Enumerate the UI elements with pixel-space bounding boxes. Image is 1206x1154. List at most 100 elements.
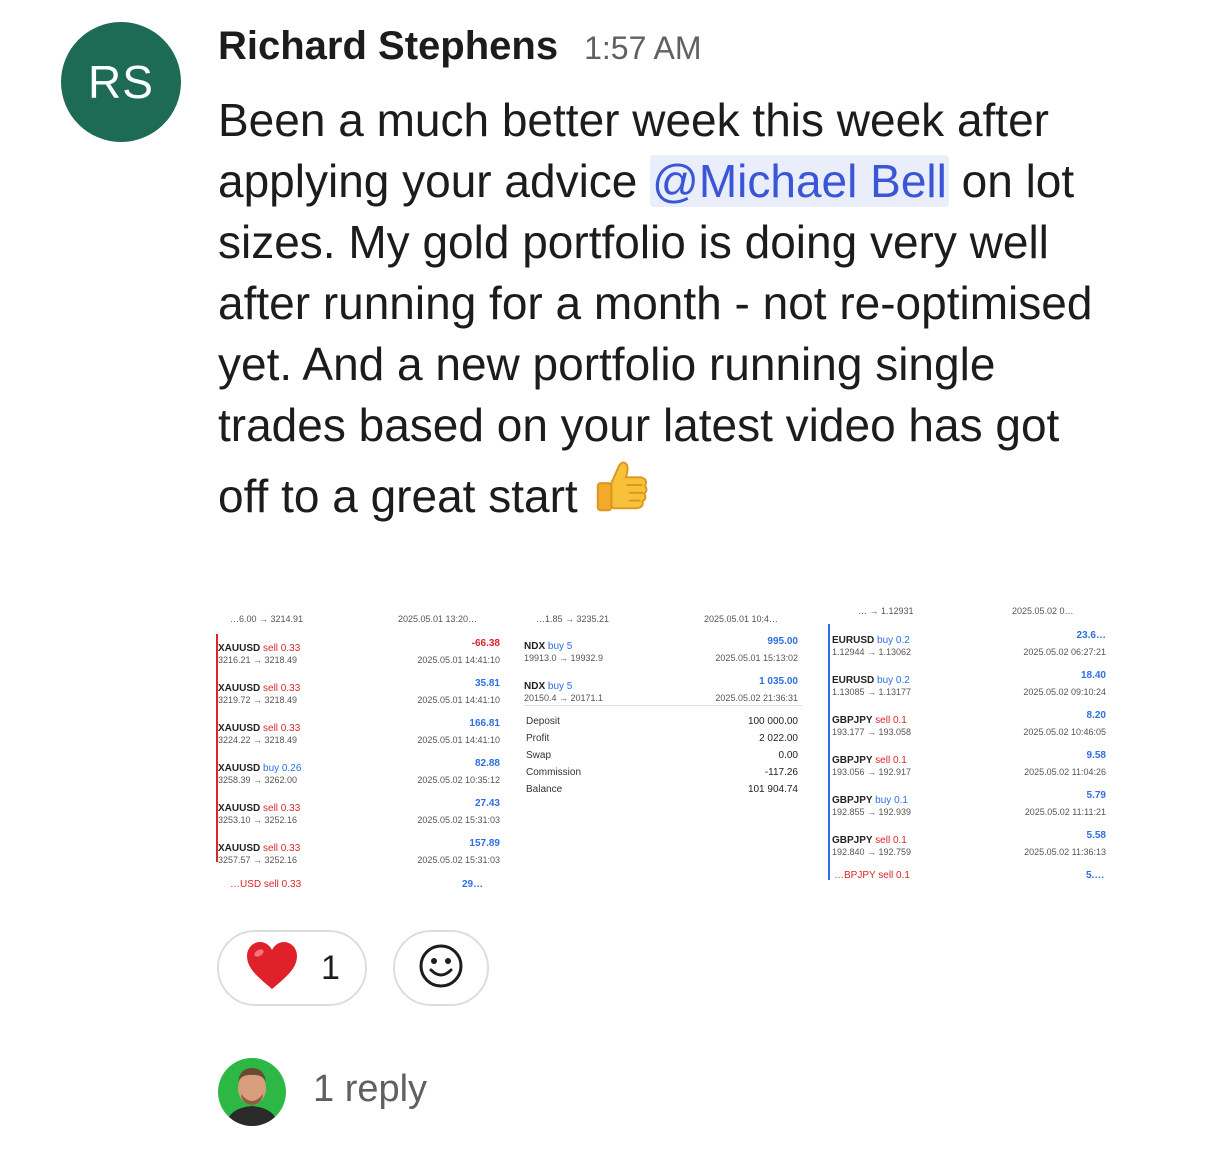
trade-profit: 5.79 xyxy=(1086,790,1106,801)
trade-profit: 166.81 xyxy=(469,718,500,729)
trade-time: 2025.05.02 0… xyxy=(1012,606,1074,616)
trade-side: sell 0.1 xyxy=(875,715,907,726)
trade-profit: 18.40 xyxy=(1080,670,1106,681)
trade-time: 2025.05.01 14:41:10 xyxy=(417,735,500,745)
trade-time: 2025.05.02 11:11:21 xyxy=(1024,807,1106,817)
trade-symbol: GBPJPY sell 0.1 xyxy=(832,750,907,768)
trade-row[interactable]: XAUUSD sell 0.33 3257.57 → 3252.16 157.89 2… xyxy=(216,838,508,872)
trade-prices: 1.13085 → 1.13177 xyxy=(832,687,912,697)
trade-side: sell 0.33 xyxy=(263,643,301,654)
trade-profit: 82.88 xyxy=(474,758,500,769)
trade-side: buy 5 xyxy=(547,681,573,692)
trade-profit: 9.58 xyxy=(1086,750,1106,761)
screenshot-right[interactable]: … → 1.12931 2025.05.02 0… EURUSD buy 0.2… xyxy=(828,606,1116,896)
trade-profit: 23.6… xyxy=(1076,630,1106,641)
message-text-part2: on lot sizes. My gold portfolio is doing… xyxy=(218,155,1093,522)
trade-prices: 20150.4 → 20171.1 xyxy=(524,693,604,703)
trade-time: 2025.05.02 10:46:05 xyxy=(1023,727,1106,737)
trade-symbol: GBPJPY sell 0.1 xyxy=(832,830,907,848)
symbol-name: GBPJPY xyxy=(832,795,876,806)
trade-symbol: GBPJPY sell 0.1 xyxy=(832,710,907,728)
trade-profit: 1 035.00 xyxy=(759,676,798,687)
author-avatar[interactable]: RS xyxy=(61,22,181,142)
trade-symbol: XAUUSD sell 0.33 xyxy=(218,798,300,816)
user-mention[interactable]: @Michael Bell xyxy=(650,155,949,207)
reply-count-link[interactable]: 1 reply xyxy=(313,1068,427,1111)
reply-user-avatar[interactable] xyxy=(218,1058,286,1126)
symbol-name: XAUUSD xyxy=(218,803,264,814)
price-range: … → 1.12931 xyxy=(858,606,914,616)
symbol-name: EURUSD xyxy=(832,675,878,686)
trade-prices: 193.056 → 192.917 xyxy=(832,767,912,777)
trade-row[interactable]: XAUUSD buy 0.26 3258.39 → 3262.00 82.88 202… xyxy=(216,758,508,792)
trade-symbol: NDX buy 5 xyxy=(524,636,572,654)
trade-symbol: GBPJPY buy 0.1 xyxy=(832,790,908,808)
trade-symbol: EURUSD buy 0.2 xyxy=(832,630,910,648)
symbol-name: GBPJPY xyxy=(832,835,876,846)
message-text: Been a much better week this week after … xyxy=(218,90,1098,533)
screenshot-left[interactable]: …6.00 → 3214.91 2025.05.01 13:20… XAUUSD… xyxy=(216,606,508,896)
summary-value: 0.00 xyxy=(778,750,798,761)
symbol-name: XAUUSD xyxy=(218,843,264,854)
trade-row[interactable]: EURUSD buy 0.2 1.12944 → 1.13062 23.6… 2025… xyxy=(828,630,1116,664)
trade-row[interactable]: XAUUSD sell 0.33 3253.10 → 3252.16 27.43 20… xyxy=(216,798,508,832)
summary-label: Balance xyxy=(526,784,563,795)
trade-side: sell 0.33 xyxy=(263,843,301,854)
trade-profit: 995.00 xyxy=(767,636,798,647)
trade-symbol: NDX buy 5 xyxy=(524,676,572,694)
trade-profit: 5.58 xyxy=(1086,830,1106,841)
screenshot-middle[interactable]: …1.85 → 3235.21 2025.05.01 10:4… NDX buy… xyxy=(520,606,806,896)
trade-time: 2025.05.01 14:41:10 xyxy=(417,695,500,705)
symbol-name: NDX xyxy=(524,681,548,692)
trade-time: 2025.05.01 10:4… xyxy=(704,614,779,624)
trade-side: buy 0.26 xyxy=(263,763,302,774)
trade-time: 2025.05.01 15:13:02 xyxy=(715,653,798,663)
trade-row[interactable]: GBPJPY sell 0.1 193.056 → 192.917 9.58 2025… xyxy=(828,750,1116,784)
summary-label: Profit xyxy=(526,733,550,744)
author-name[interactable]: Richard Stephens xyxy=(218,24,558,69)
symbol-name: XAUUSD xyxy=(218,683,264,694)
price-range: …6.00 → 3214.91 xyxy=(230,614,304,624)
attached-screenshots[interactable]: …6.00 → 3214.91 2025.05.01 13:20… XAUUSD… xyxy=(216,606,1116,896)
add-reaction-button[interactable] xyxy=(393,930,489,1006)
trade-time: 2025.05.02 10:35:12 xyxy=(417,775,500,785)
trade-row[interactable]: NDX buy 5 19913.0 → 19932.9 995.00 2025.05.… xyxy=(520,636,806,670)
trade-profit: 157.89 xyxy=(469,838,500,849)
trade-profit-partial: 5.… xyxy=(1086,870,1105,881)
trade-side: sell 0.33 xyxy=(263,803,301,814)
trade-side: buy 0.2 xyxy=(877,635,910,646)
trade-prices: 192.840 → 192.759 xyxy=(832,847,912,857)
symbol-name: EURUSD xyxy=(832,635,878,646)
reaction-count: 1 xyxy=(321,948,340,987)
trade-symbol: XAUUSD sell 0.33 xyxy=(218,838,300,856)
trade-prices: 3216.21 → 3218.49 xyxy=(218,655,298,665)
trade-time: 2025.05.02 11:04:26 xyxy=(1024,767,1106,777)
summary-label: Deposit xyxy=(526,716,560,727)
message-timestamp[interactable]: 1:57 AM xyxy=(584,30,701,67)
trade-row[interactable]: XAUUSD sell 0.33 3219.72 → 3218.49 35.81 20… xyxy=(216,678,508,712)
trade-time: 2025.05.02 15:31:03 xyxy=(417,855,500,865)
trade-side: buy 5 xyxy=(547,641,573,652)
reaction-heart[interactable]: 1 xyxy=(217,930,367,1006)
trade-prices: 3253.10 → 3252.16 xyxy=(218,815,298,825)
trade-row[interactable]: XAUUSD sell 0.33 3216.21 → 3218.49 -66.38 2… xyxy=(216,638,508,672)
summary-value: 2 022.00 xyxy=(759,733,798,744)
trade-row[interactable]: GBPJPY sell 0.1 192.840 → 192.759 5.58 2025… xyxy=(828,830,1116,864)
trade-side: sell 0.1 xyxy=(875,755,907,766)
summary-value: 101 904.74 xyxy=(747,784,798,795)
symbol-name: XAUUSD xyxy=(218,763,264,774)
thumbs-up-icon xyxy=(590,456,652,533)
trade-symbol: XAUUSD sell 0.33 xyxy=(218,718,300,736)
trade-time: 2025.05.01 14:41:10 xyxy=(417,655,500,665)
trade-row[interactable]: GBPJPY sell 0.1 193.177 → 193.058 8.20 2025… xyxy=(828,710,1116,744)
trade-row[interactable]: GBPJPY buy 0.1 192.855 → 192.939 5.79 2025.… xyxy=(828,790,1116,824)
trade-prices: 192.855 → 192.939 xyxy=(832,807,912,817)
trade-row[interactable]: EURUSD buy 0.2 1.13085 → 1.13177 18.40 2025… xyxy=(828,670,1116,704)
trade-row[interactable]: XAUUSD sell 0.33 3224.22 → 3218.49 166.81 2… xyxy=(216,718,508,752)
trade-symbol: XAUUSD sell 0.33 xyxy=(218,638,300,656)
summary-value: -117.26 xyxy=(764,767,798,778)
trade-prices: 3257.57 → 3252.16 xyxy=(218,855,298,865)
trade-profit: 8.20 xyxy=(1086,710,1106,721)
trade-profit: 35.81 xyxy=(474,678,500,689)
trade-symbol: XAUUSD buy 0.26 xyxy=(218,758,301,776)
